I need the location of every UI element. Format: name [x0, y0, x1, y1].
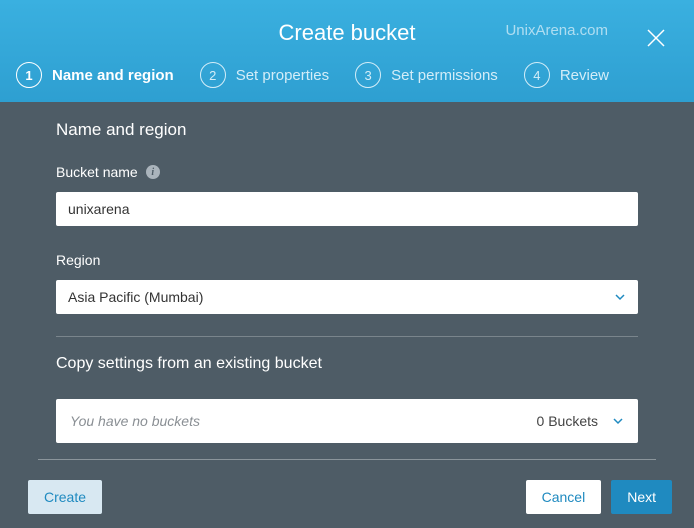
modal-header: Create bucket UnixArena.com 1 Name and r… [0, 0, 694, 102]
bucket-name-input[interactable] [56, 192, 638, 226]
section-title: Name and region [56, 120, 638, 140]
step-label: Name and region [52, 67, 174, 84]
watermark-text: UnixArena.com [505, 22, 608, 39]
step-number-badge: 1 [16, 62, 42, 88]
close-icon [646, 28, 666, 48]
copy-settings-select[interactable]: You have no buckets 0 Buckets [56, 399, 638, 443]
region-label: Region [56, 252, 638, 268]
bucket-count-text: 0 Buckets [537, 413, 598, 429]
bucket-name-label: Bucket name i [56, 164, 638, 180]
footer-right-buttons: Cancel Next [526, 480, 672, 514]
chevron-down-icon [612, 415, 624, 427]
region-select[interactable]: Asia Pacific (Mumbai) [56, 280, 638, 314]
divider [56, 336, 638, 337]
info-icon[interactable]: i [146, 165, 160, 179]
bucket-name-label-text: Bucket name [56, 164, 138, 180]
step-set-permissions[interactable]: 3 Set permissions [355, 62, 498, 88]
modal-body: Name and region Bucket name i Region Asi… [0, 102, 694, 466]
cancel-button[interactable]: Cancel [526, 480, 602, 514]
next-button[interactable]: Next [611, 480, 672, 514]
divider [38, 459, 656, 460]
copy-settings-title: Copy settings from an existing bucket [56, 355, 638, 373]
bucket-count: 0 Buckets [537, 413, 624, 429]
create-bucket-modal: Create bucket UnixArena.com 1 Name and r… [0, 0, 694, 528]
close-button[interactable] [646, 28, 674, 56]
wizard-steps: 1 Name and region 2 Set properties 3 Set… [0, 62, 694, 102]
step-label: Set permissions [391, 67, 498, 84]
chevron-down-icon [614, 291, 626, 303]
region-selected-value: Asia Pacific (Mumbai) [68, 289, 203, 305]
step-number-badge: 3 [355, 62, 381, 88]
region-label-text: Region [56, 252, 100, 268]
step-set-properties[interactable]: 2 Set properties [200, 62, 329, 88]
step-label: Set properties [236, 67, 329, 84]
step-name-and-region[interactable]: 1 Name and region [16, 62, 174, 88]
step-review[interactable]: 4 Review [524, 62, 609, 88]
modal-footer: Create Cancel Next [0, 466, 694, 528]
create-button[interactable]: Create [28, 480, 102, 514]
step-label: Review [560, 67, 609, 84]
step-number-badge: 4 [524, 62, 550, 88]
copy-settings-placeholder: You have no buckets [70, 413, 200, 429]
step-number-badge: 2 [200, 62, 226, 88]
